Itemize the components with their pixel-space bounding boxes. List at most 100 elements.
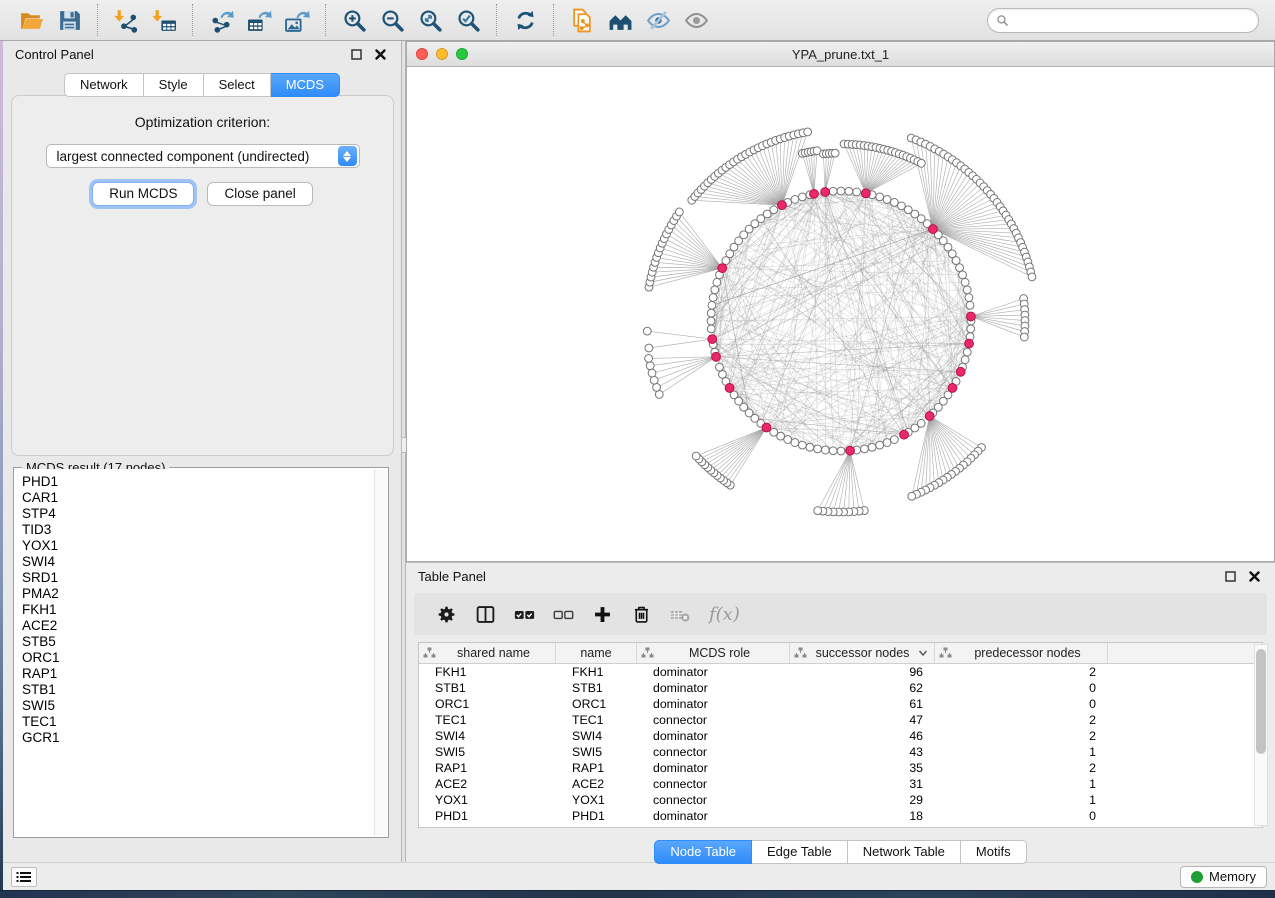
network-node[interactable] [837, 187, 845, 195]
network-node[interactable] [719, 370, 727, 378]
open-file-icon[interactable] [12, 3, 50, 37]
mcds-node[interactable] [925, 412, 934, 421]
table-row[interactable]: PHD1PHD1dominator180 [419, 808, 1262, 824]
network-node[interactable] [831, 149, 839, 157]
mcds-result-item[interactable]: STB1 [15, 682, 374, 698]
network-node[interactable] [853, 188, 861, 196]
save-session-icon[interactable] [50, 3, 88, 37]
network-node[interactable] [716, 363, 724, 371]
mcds-node[interactable] [929, 225, 938, 234]
table-row[interactable]: SWI5SWI5connector431 [419, 744, 1262, 760]
delete-table-icon[interactable] [668, 602, 692, 626]
zoom-out-icon[interactable] [373, 3, 411, 37]
table-row[interactable]: YOX1YOX1connector291 [419, 792, 1262, 808]
tab-motifs[interactable]: Motifs [961, 840, 1027, 864]
export-network-icon[interactable] [202, 3, 240, 37]
network-node[interactable] [868, 443, 876, 451]
mcds-result-item[interactable]: ORC1 [15, 650, 374, 666]
table-scrollbar-thumb[interactable] [1256, 649, 1266, 754]
column-header-shared-name[interactable]: shared name [419, 643, 556, 663]
mcds-node[interactable] [948, 384, 957, 393]
search-field[interactable] [987, 8, 1259, 33]
network-node[interactable] [845, 187, 853, 195]
network-node[interactable] [707, 309, 715, 317]
import-table-icon[interactable] [145, 3, 183, 37]
mcds-result-item[interactable]: SWI4 [15, 554, 374, 570]
float-panel-icon[interactable] [1221, 568, 1239, 584]
float-panel-icon[interactable] [347, 46, 365, 62]
mcds-node[interactable] [718, 264, 727, 273]
run-mcds-button[interactable]: Run MCDS [92, 182, 194, 206]
panel-menu-icon[interactable] [11, 867, 37, 887]
network-node[interactable] [814, 445, 822, 453]
mcds-result-item[interactable]: GCR1 [15, 730, 374, 746]
memory-button[interactable]: Memory [1180, 866, 1267, 888]
mcds-result-item[interactable]: STP4 [15, 506, 374, 522]
network-node[interactable] [798, 441, 806, 449]
table-row[interactable]: SWI4SWI4dominator462 [419, 728, 1262, 744]
zoom-in-icon[interactable] [335, 3, 373, 37]
mcds-result-item[interactable]: FKH1 [15, 602, 374, 618]
tab-network-table[interactable]: Network Table [848, 840, 961, 864]
network-graph[interactable] [407, 67, 1274, 561]
mcds-node[interactable] [965, 339, 974, 348]
network-node[interactable] [709, 294, 717, 302]
mcds-result-item[interactable]: ACE2 [15, 618, 374, 634]
export-table-icon[interactable] [240, 3, 278, 37]
deselect-all-check-icon[interactable] [551, 602, 575, 626]
network-node[interactable] [967, 325, 975, 333]
network-node[interactable] [675, 208, 683, 216]
mcds-node[interactable] [861, 189, 870, 198]
network-node[interactable] [829, 447, 837, 455]
network-node[interactable] [883, 439, 891, 447]
tab-network[interactable]: Network [64, 73, 144, 97]
criterion-select[interactable]: largest connected component (undirected) [46, 144, 360, 168]
mcds-node[interactable] [712, 352, 721, 361]
network-node[interactable] [770, 206, 778, 214]
show-all-icon[interactable] [677, 3, 715, 37]
network-node[interactable] [650, 376, 658, 384]
tab-mcds[interactable]: MCDS [271, 73, 340, 97]
network-node[interactable] [837, 447, 845, 455]
delete-row-icon[interactable] [629, 602, 653, 626]
mcds-node[interactable] [762, 423, 771, 432]
table-row[interactable]: FKH1FKH1dominator962 [419, 664, 1262, 680]
network-node[interactable] [876, 441, 884, 449]
network-node[interactable] [692, 452, 700, 460]
network-node[interactable] [791, 196, 799, 204]
table-row[interactable]: STB1STB1dominator620 [419, 680, 1262, 696]
add-row-icon[interactable] [590, 602, 614, 626]
network-node[interactable] [653, 383, 661, 391]
network-node[interactable] [707, 325, 715, 333]
network-node[interactable] [821, 446, 829, 454]
mcds-node[interactable] [846, 446, 855, 455]
network-node[interactable] [959, 271, 967, 279]
network-node[interactable] [798, 193, 806, 201]
network-node[interactable] [963, 348, 971, 356]
table-row[interactable]: RAP1RAP1dominator352 [419, 760, 1262, 776]
tab-edge-table[interactable]: Edge Table [752, 840, 848, 864]
network-node[interactable] [961, 278, 969, 286]
export-image-icon[interactable] [278, 3, 316, 37]
mcds-node[interactable] [900, 430, 909, 439]
mcds-node[interactable] [821, 188, 830, 197]
import-network-icon[interactable] [107, 3, 145, 37]
hide-selected-icon[interactable] [639, 3, 677, 37]
mcds-result-item[interactable]: CAR1 [15, 490, 374, 506]
column-header-predecessor-nodes[interactable]: predecessor nodes [935, 643, 1108, 663]
table-row[interactable]: TEC1TEC1connector472 [419, 712, 1262, 728]
refresh-view-icon[interactable] [506, 3, 544, 37]
network-node[interactable] [861, 445, 869, 453]
network-canvas[interactable] [407, 67, 1274, 561]
settings-gear-icon[interactable] [434, 602, 458, 626]
mcds-node[interactable] [956, 367, 965, 376]
close-panel-icon[interactable] [1245, 568, 1263, 584]
node-table[interactable]: shared namenameMCDS rolesuccessor nodesp… [418, 642, 1263, 828]
close-panel-button[interactable]: Close panel [207, 182, 312, 206]
search-input[interactable] [1014, 13, 1250, 27]
network-node[interactable] [1020, 333, 1028, 341]
tab-select[interactable]: Select [204, 73, 271, 97]
network-node[interactable] [966, 301, 974, 309]
mcds-node[interactable] [810, 189, 819, 198]
select-all-check-icon[interactable] [512, 602, 536, 626]
